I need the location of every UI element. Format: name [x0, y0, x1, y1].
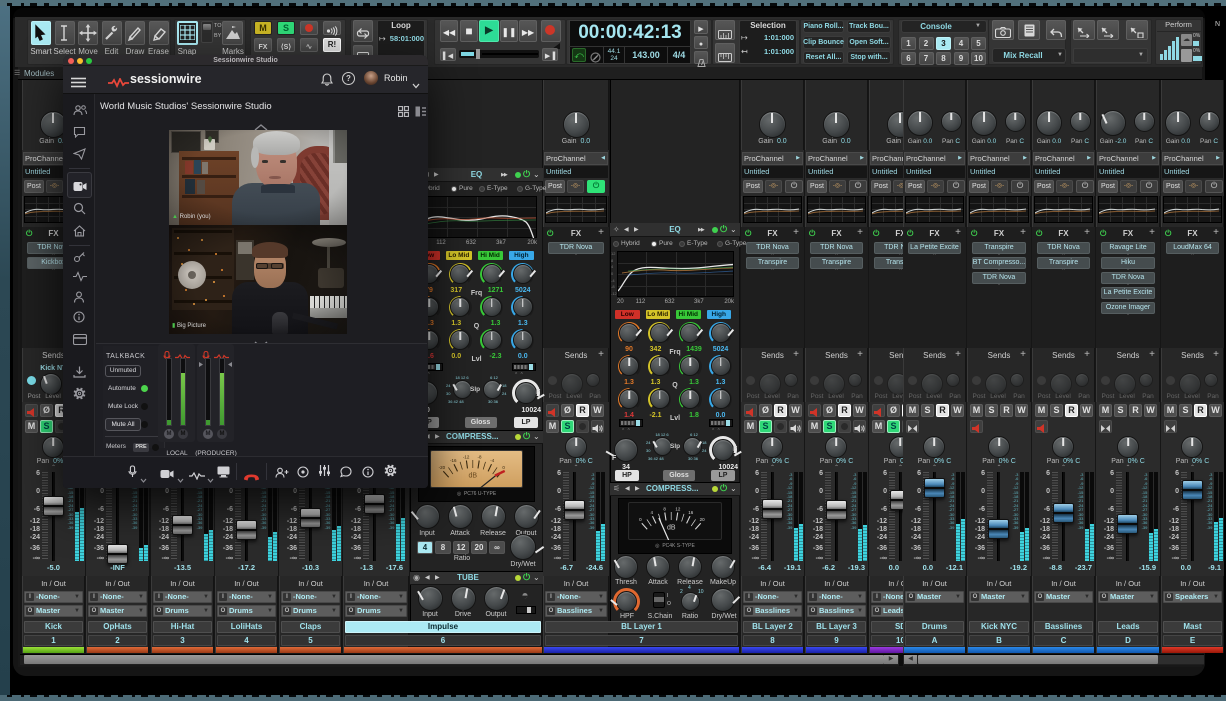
svg-text:8: 8: [663, 507, 666, 512]
svg-text:0: 0: [639, 517, 642, 522]
svg-text:0: 0: [502, 465, 505, 470]
svg-text:-16: -16: [450, 458, 457, 463]
svg-text:20: 20: [700, 517, 706, 522]
svg-text:16: 16: [688, 510, 694, 515]
svg-text:-4: -4: [490, 458, 494, 463]
svg-text:dB: dB: [468, 472, 477, 479]
svg-text:dB: dB: [667, 524, 676, 531]
svg-text:12: 12: [675, 507, 681, 512]
svg-text:-12: -12: [463, 455, 470, 460]
svg-text:4: 4: [650, 510, 653, 515]
svg-text:-8: -8: [477, 455, 481, 460]
svg-text:-20: -20: [439, 465, 446, 470]
